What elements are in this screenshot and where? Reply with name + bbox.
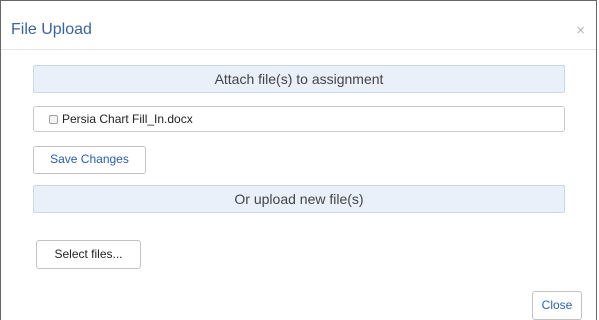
- close-button[interactable]: Close: [532, 291, 582, 320]
- upload-heading: Or upload new file(s): [33, 185, 565, 213]
- close-icon[interactable]: ×: [576, 23, 585, 38]
- dialog-header: File Upload ×: [1, 1, 596, 50]
- file-name: Persia Chart Fill_In.docx: [62, 112, 193, 126]
- file-upload-dialog: File Upload × Attach file(s) to assignme…: [0, 0, 597, 320]
- file-list-item: Persia Chart Fill_In.docx: [33, 106, 565, 132]
- select-files-button[interactable]: Select files...: [36, 240, 141, 269]
- dialog-title: File Upload: [11, 21, 92, 38]
- save-changes-button[interactable]: Save Changes: [33, 146, 146, 174]
- file-checkbox[interactable]: [49, 114, 58, 124]
- attach-heading: Attach file(s) to assignment: [33, 65, 565, 93]
